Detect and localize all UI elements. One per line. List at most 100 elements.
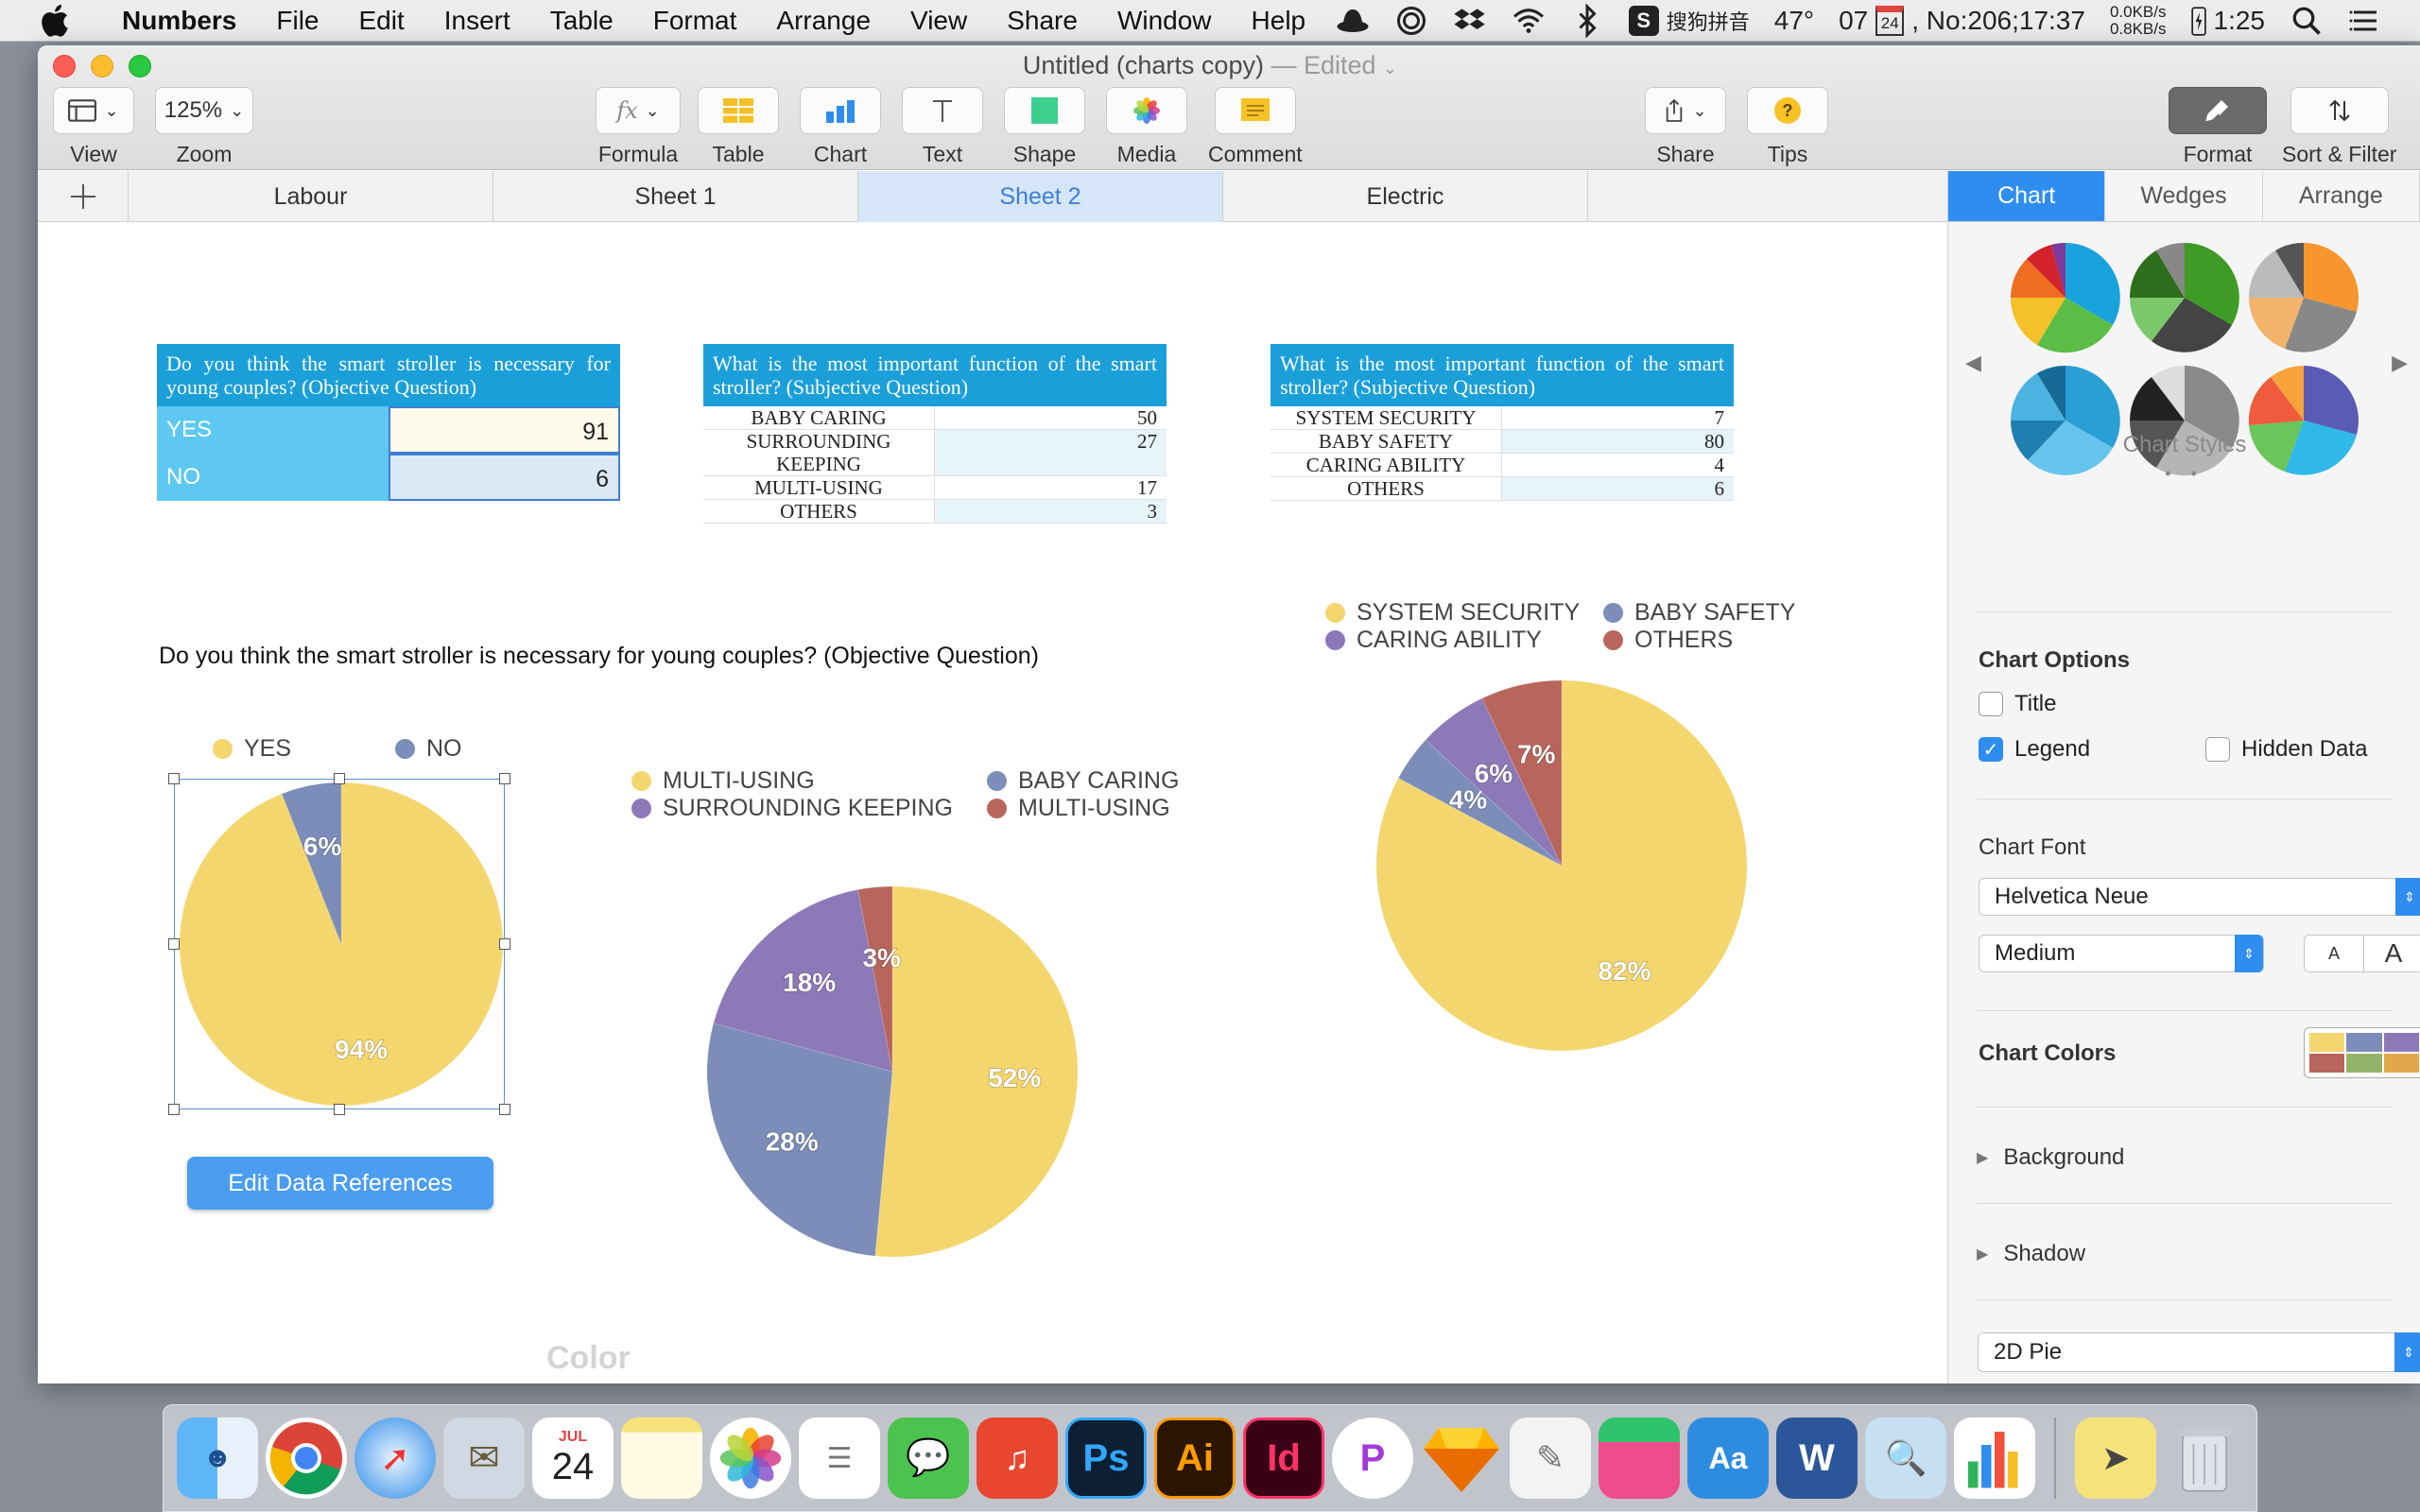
tab-sheet-1[interactable]: Sheet 1	[493, 171, 858, 222]
chart-style-5[interactable]	[2128, 364, 2241, 477]
row-label[interactable]: CARING ABILITY	[1270, 454, 1502, 477]
row-value[interactable]: 91	[389, 406, 620, 454]
tab-electric[interactable]: Electric	[1223, 171, 1588, 222]
table-subjective-1[interactable]: What is the most important function of t…	[703, 344, 1167, 524]
menu-help[interactable]: Help	[1232, 6, 1326, 36]
sheet-canvas[interactable]: Do you think the smart stroller is neces…	[38, 223, 1947, 1383]
page-dots[interactable]: • •	[1948, 464, 2420, 484]
table-row[interactable]: OTHERS 6	[1270, 477, 1734, 501]
apple-icon[interactable]	[38, 2, 76, 40]
checkmark-icon[interactable]: ✓	[1979, 737, 2003, 762]
table-header[interactable]: Do you think the smart stroller is neces…	[157, 344, 620, 406]
decrease-font-button[interactable]: A	[2304, 935, 2364, 972]
calendar-icon[interactable]: JUL 24	[532, 1418, 614, 1499]
table-row[interactable]: YES 91	[157, 406, 620, 454]
row-label[interactable]: OTHERS	[1270, 477, 1502, 501]
resize-handle[interactable]	[499, 938, 510, 950]
table-subjective-2[interactable]: What is the most important function of t…	[1270, 344, 1734, 501]
reminders-icon[interactable]: ☰	[799, 1418, 880, 1499]
menu-share[interactable]: Share	[987, 6, 1098, 36]
table-objective[interactable]: Do you think the smart stroller is neces…	[157, 344, 620, 501]
indesign-icon[interactable]: Id	[1243, 1418, 1324, 1499]
menu-insert[interactable]: Insert	[424, 6, 530, 36]
bluetooth-icon[interactable]	[1570, 4, 1604, 38]
sogou-icon[interactable]: S	[1628, 6, 1659, 36]
downloads-icon[interactable]: ➤	[2075, 1418, 2156, 1499]
chart-style-1[interactable]	[2009, 241, 2122, 354]
hat-icon[interactable]	[1336, 4, 1370, 38]
text-button[interactable]	[902, 87, 983, 134]
ime-label[interactable]: 搜狗拼音	[1667, 6, 1750, 36]
chart-colors-swatch[interactable]	[2304, 1027, 2420, 1078]
dictionary-icon[interactable]: Aa	[1687, 1418, 1769, 1499]
disclosure-triangle-icon[interactable]: ▶	[1977, 1148, 1988, 1167]
table-row[interactable]: BABY CARING 50	[703, 406, 1167, 430]
chart-style-3[interactable]	[2247, 241, 2360, 354]
menu-format[interactable]: Format	[633, 6, 757, 36]
mail-icon[interactable]: ✉	[443, 1418, 525, 1499]
picsart-icon[interactable]: P	[1332, 1418, 1413, 1499]
sync-icon[interactable]	[1394, 4, 1428, 38]
resize-handle[interactable]	[334, 773, 345, 784]
tab-labour[interactable]: Labour	[129, 171, 493, 222]
row-value[interactable]: 50	[935, 406, 1167, 430]
tips-button[interactable]: ?	[1747, 87, 1828, 134]
row-label[interactable]: SURROUNDING KEEPING	[703, 430, 935, 476]
resize-handle[interactable]	[168, 938, 180, 950]
row-value[interactable]: 27	[935, 430, 1167, 476]
shape-button[interactable]	[1004, 87, 1085, 134]
resize-handle[interactable]	[499, 773, 510, 784]
background-disclosure[interactable]: ▶ Background	[1977, 1144, 2124, 1171]
safari-icon[interactable]: ➚	[354, 1418, 436, 1499]
shadow-disclosure[interactable]: ▶ Shadow	[1977, 1241, 2085, 1267]
wechat-icon[interactable]: 💬	[888, 1418, 969, 1499]
chart-style-2[interactable]	[2128, 241, 2241, 354]
table-header[interactable]: What is the most important function of t…	[1270, 344, 1734, 406]
table-row[interactable]: MULTI-USING 17	[703, 476, 1167, 500]
preview-icon[interactable]: 🔍	[1865, 1418, 1946, 1499]
row-value[interactable]: 17	[935, 476, 1167, 500]
chart-style-6[interactable]	[2247, 364, 2360, 477]
dropbox-icon[interactable]	[1453, 4, 1487, 38]
notes-icon[interactable]	[621, 1418, 702, 1499]
search-icon[interactable]	[2290, 4, 2324, 38]
chevron-down-icon[interactable]: ⌄	[1383, 59, 1397, 77]
chrome-icon[interactable]	[266, 1418, 347, 1499]
menu-window[interactable]: Window	[1098, 6, 1232, 36]
media-button[interactable]	[1106, 87, 1187, 134]
row-value[interactable]: 6	[1502, 477, 1734, 501]
trash-icon[interactable]	[2164, 1418, 2245, 1499]
photoshop-icon[interactable]: Ps	[1065, 1418, 1147, 1499]
row-value[interactable]: 3	[935, 500, 1167, 524]
tab-wedges[interactable]: Wedges	[2105, 171, 2263, 221]
tab-arrange[interactable]: Arrange	[2263, 171, 2420, 221]
table-row[interactable]: SYSTEM SECURITY 7	[1270, 406, 1734, 430]
table-row[interactable]: SURROUNDING KEEPING 27	[703, 430, 1167, 476]
view-button[interactable]: ⌄	[53, 87, 134, 134]
chart-button[interactable]	[800, 87, 881, 134]
row-label[interactable]: YES	[157, 406, 389, 454]
menu-edit[interactable]: Edit	[339, 6, 424, 36]
row-label[interactable]: NO	[157, 454, 389, 501]
keynote-icon[interactable]	[1599, 1418, 1680, 1499]
chart-type-select[interactable]: 2D Pie ⇕	[1978, 1332, 2420, 1372]
clock[interactable]: 1:25	[2214, 6, 2266, 36]
sort-filter-button[interactable]	[2290, 87, 2389, 134]
title-checkbox[interactable]: Title	[1979, 691, 2056, 717]
menu-view[interactable]: View	[890, 6, 987, 36]
row-label[interactable]: MULTI-USING	[703, 476, 935, 500]
sketch-icon[interactable]	[1421, 1418, 1502, 1499]
table-button[interactable]	[698, 87, 779, 134]
row-value[interactable]: 7	[1502, 406, 1734, 430]
add-sheet-button[interactable]	[38, 171, 129, 222]
chart-style-4[interactable]	[2009, 364, 2122, 477]
battery-charging-icon[interactable]	[2190, 6, 2206, 36]
notification-center-icon[interactable]	[2348, 4, 2382, 38]
menu-file[interactable]: File	[256, 6, 338, 36]
resize-handle[interactable]	[168, 773, 180, 784]
row-label[interactable]: OTHERS	[703, 500, 935, 524]
table-row[interactable]: NO 6	[157, 454, 620, 501]
window-title[interactable]: Untitled (charts copy) — Edited ⌄	[38, 51, 2382, 80]
row-label[interactable]: SYSTEM SECURITY	[1270, 406, 1502, 430]
pie-chart-safety[interactable]: 82%4%6%7%	[1373, 677, 1751, 1055]
